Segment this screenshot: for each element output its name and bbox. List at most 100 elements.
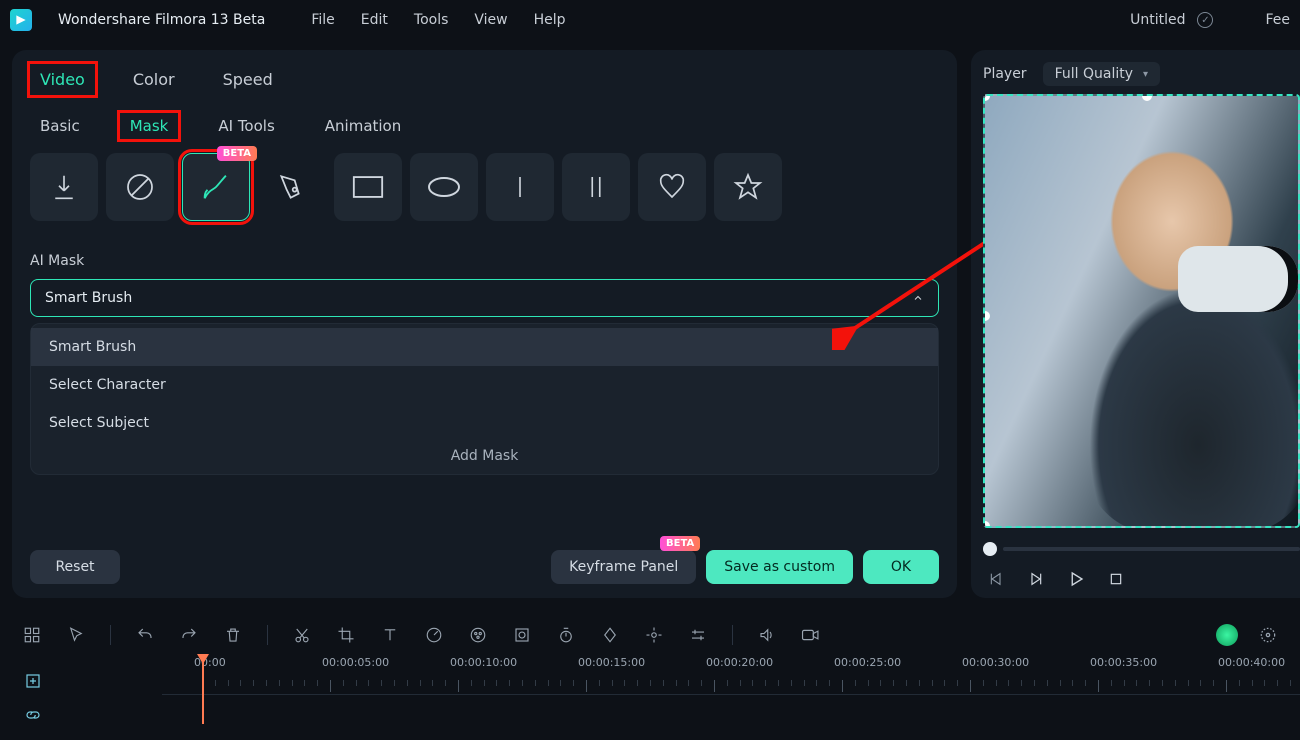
- menu-tools[interactable]: Tools: [414, 12, 449, 28]
- stop-icon[interactable]: [1107, 570, 1125, 588]
- mask-star-icon[interactable]: [714, 153, 782, 221]
- subtab-ai-tools[interactable]: AI Tools: [208, 113, 284, 139]
- preview-canvas[interactable]: [983, 94, 1300, 528]
- tab-color[interactable]: Color: [123, 64, 185, 95]
- ai-mask-selected: Smart Brush: [45, 290, 132, 306]
- ok-button[interactable]: OK: [863, 550, 939, 584]
- transport-controls: [983, 570, 1300, 588]
- menu-help[interactable]: Help: [534, 12, 566, 28]
- ai-mask-options: Smart Brush Select Character Select Subj…: [30, 323, 939, 475]
- record-icon[interactable]: [801, 625, 821, 645]
- mask-ellipse-icon[interactable]: [410, 153, 478, 221]
- ruler-label: 00:00:15:00: [578, 656, 645, 669]
- audio-tool-icon[interactable]: [757, 625, 777, 645]
- undo-icon[interactable]: [135, 625, 155, 645]
- save-as-custom-button[interactable]: Save as custom: [706, 550, 853, 584]
- assistant-icon[interactable]: [1216, 624, 1238, 646]
- cut-icon[interactable]: [292, 625, 312, 645]
- timer-icon[interactable]: [556, 625, 576, 645]
- delete-icon[interactable]: [223, 625, 243, 645]
- keyframe-panel-button[interactable]: BETA Keyframe Panel: [551, 550, 696, 584]
- feedback-button[interactable]: Fee: [1265, 12, 1290, 28]
- beta-badge: BETA: [660, 536, 700, 551]
- add-track-icon[interactable]: [22, 670, 44, 692]
- ruler-label: 00:00: [194, 656, 226, 669]
- chevron-up-icon: [912, 292, 924, 304]
- menu-edit[interactable]: Edit: [361, 12, 388, 28]
- mask-import-icon[interactable]: [30, 153, 98, 221]
- add-mask-button[interactable]: Add Mask: [31, 442, 938, 464]
- menu-file[interactable]: File: [311, 12, 334, 28]
- panel-footer: Reset BETA Keyframe Panel Save as custom…: [30, 550, 939, 584]
- ruler-label: 00:00:40:00: [1218, 656, 1285, 669]
- layout-icon[interactable]: [22, 625, 42, 645]
- option-smart-brush[interactable]: Smart Brush: [31, 328, 938, 366]
- color-icon[interactable]: [468, 625, 488, 645]
- resize-handle[interactable]: [983, 94, 990, 101]
- scrub-bar[interactable]: [983, 542, 1300, 556]
- preview-panel: Player Full Quality ▾: [971, 50, 1300, 598]
- app-name: Wondershare Filmora 13 Beta: [58, 12, 265, 28]
- option-select-character[interactable]: Select Character: [31, 366, 938, 404]
- menu-view[interactable]: View: [474, 12, 507, 28]
- ai-mask-dropdown[interactable]: Smart Brush: [30, 279, 939, 317]
- main-tabs: Video Color Speed: [30, 64, 939, 95]
- keyframe-icon[interactable]: [600, 625, 620, 645]
- option-select-subject[interactable]: Select Subject: [31, 404, 938, 442]
- quality-dropdown[interactable]: Full Quality ▾: [1043, 62, 1160, 86]
- timeline-toolbar: [0, 614, 1300, 656]
- reset-button[interactable]: Reset: [30, 550, 120, 584]
- ai-mask-label: AI Mask: [30, 253, 939, 269]
- adjust-icon[interactable]: [688, 625, 708, 645]
- ruler-label: 00:00:35:00: [1090, 656, 1157, 669]
- prev-frame-icon[interactable]: [987, 570, 1005, 588]
- mask-none-icon[interactable]: [106, 153, 174, 221]
- cursor-icon[interactable]: [66, 625, 86, 645]
- settings-gear-icon[interactable]: [1258, 625, 1278, 645]
- mask-shape-row: BETA: [30, 153, 939, 221]
- player-label: Player: [983, 66, 1027, 82]
- mask-rectangle-icon[interactable]: [334, 153, 402, 221]
- beta-badge: BETA: [217, 146, 257, 161]
- playhead[interactable]: [202, 656, 204, 724]
- ruler-label: 00:00:20:00: [706, 656, 773, 669]
- redo-icon[interactable]: [179, 625, 199, 645]
- scrub-track[interactable]: [1003, 547, 1300, 551]
- mask-double-line-icon[interactable]: [562, 153, 630, 221]
- step-back-icon[interactable]: [1027, 570, 1045, 588]
- preview-goggles: [1178, 246, 1298, 312]
- scrub-knob[interactable]: [983, 542, 997, 556]
- ruler-label: 00:00:30:00: [962, 656, 1029, 669]
- document-title: Untitled: [1130, 12, 1185, 28]
- resize-handle[interactable]: [1142, 94, 1152, 101]
- tab-video[interactable]: Video: [30, 64, 95, 95]
- menubar: Wondershare Filmora 13 Beta File Edit To…: [0, 0, 1300, 40]
- subtab-basic[interactable]: Basic: [30, 113, 90, 139]
- saved-check-icon: ✓: [1197, 12, 1213, 28]
- subtab-mask[interactable]: Mask: [120, 113, 179, 139]
- preview-subject: [1068, 101, 1300, 528]
- speed-icon[interactable]: [424, 625, 444, 645]
- mask-brush-icon[interactable]: BETA: [182, 153, 250, 221]
- resize-handle[interactable]: [983, 521, 990, 528]
- mask-heart-icon[interactable]: [638, 153, 706, 221]
- ruler-label: 00:00:25:00: [834, 656, 901, 669]
- app-logo: [10, 9, 32, 31]
- sub-tabs: Basic Mask AI Tools Animation: [30, 113, 939, 139]
- timeline-ruler-area: 00:00 00:00:05:00 00:00:10:00 00:00:15:00 00…: [22, 656, 1300, 724]
- mask-tool-icon[interactable]: [512, 625, 532, 645]
- subtab-animation[interactable]: Animation: [315, 113, 411, 139]
- text-icon[interactable]: [380, 625, 400, 645]
- timeline-ruler[interactable]: 00:00 00:00:05:00 00:00:10:00 00:00:15:00 00…: [162, 656, 1300, 724]
- chevron-down-icon: ▾: [1143, 69, 1148, 80]
- mask-pen-icon[interactable]: [258, 153, 326, 221]
- resize-handle[interactable]: [983, 311, 990, 321]
- ruler-label: 00:00:10:00: [450, 656, 517, 669]
- mask-single-line-icon[interactable]: [486, 153, 554, 221]
- motion-icon[interactable]: [644, 625, 664, 645]
- play-icon[interactable]: [1067, 570, 1085, 588]
- crop-icon[interactable]: [336, 625, 356, 645]
- tab-speed[interactable]: Speed: [213, 64, 283, 95]
- ruler-label: 00:00:05:00: [322, 656, 389, 669]
- link-track-icon[interactable]: [22, 704, 44, 726]
